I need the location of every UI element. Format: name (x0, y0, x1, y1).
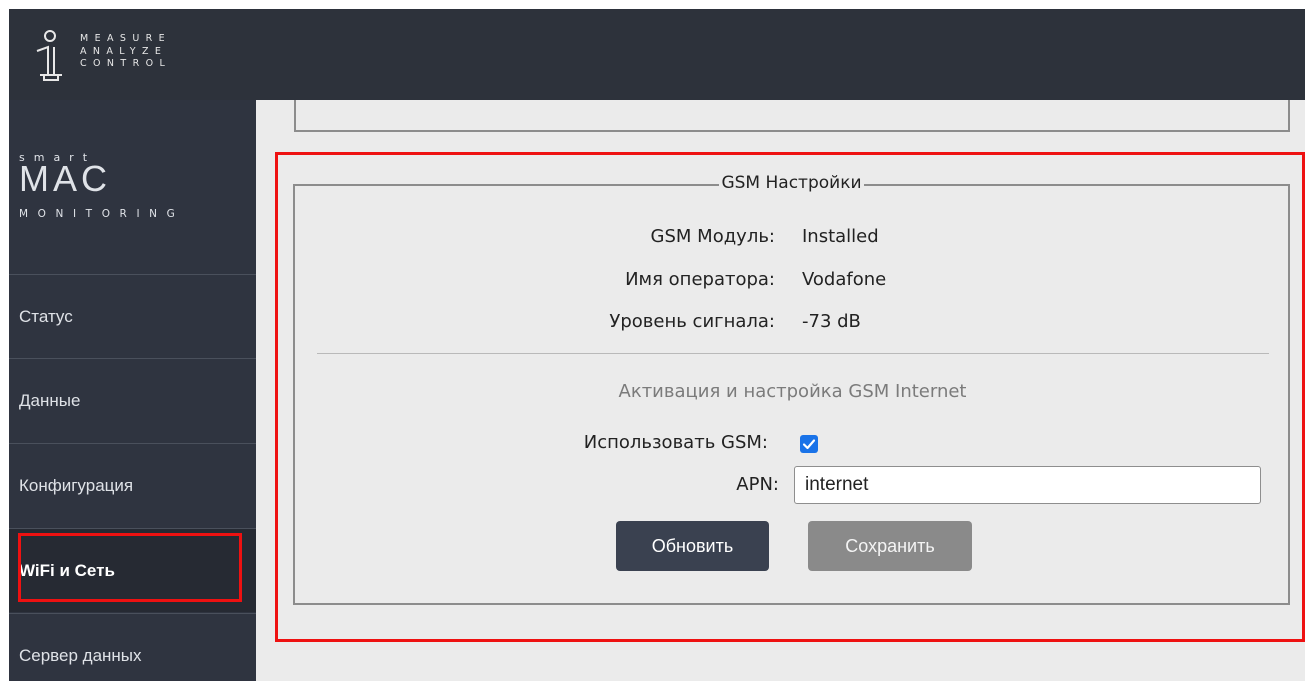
apn-input[interactable] (794, 466, 1261, 504)
logo-line-3: CONTROL (80, 58, 172, 69)
previous-fieldset (294, 100, 1290, 132)
operator-label: Имя оператора: (625, 269, 775, 290)
refresh-button[interactable]: Обновить (616, 521, 769, 571)
divider (317, 353, 1269, 354)
brand-block: smart MAC MONITORING (19, 152, 185, 221)
sidebar-item-status[interactable]: Статус (9, 274, 256, 358)
logo-icon (36, 30, 62, 81)
sidebar-item-label: Данные (19, 390, 81, 410)
save-button[interactable]: Сохранить (808, 521, 972, 571)
gsm-legend: GSM Настройки (295, 173, 1288, 193)
sidebar-highlight-box (18, 533, 242, 602)
gsm-module-label: GSM Модуль: (650, 226, 775, 247)
gsm-legend-text: GSM Настройки (719, 173, 864, 193)
logo-line-1: MEASURE (80, 33, 172, 44)
sidebar-item-data[interactable]: Данные (9, 358, 256, 442)
signal-label: Уровень сигнала: (609, 311, 775, 332)
sidebar-item-data-server[interactable]: Сервер данных (9, 613, 256, 697)
brand-monitoring: MONITORING (19, 208, 185, 220)
gsm-settings-fieldset: GSM Настройки GSM Модуль: Installed Имя … (293, 173, 1290, 605)
logo-line-2: ANALYZE (80, 45, 168, 57)
gsm-internet-section-title: Активация и настройка GSM Internet (618, 381, 967, 402)
sidebar-item-configuration[interactable]: Конфигурация (9, 443, 256, 527)
brand-mac: MAC (19, 158, 111, 199)
signal-value: -73 dB (802, 311, 861, 332)
logo: MEASURE ANALYZE CONTROL (34, 29, 171, 83)
sidebar-item-label: Сервер данных (19, 645, 142, 665)
top-bar: MEASURE ANALYZE CONTROL (9, 9, 1305, 100)
logo-text: MEASURE ANALYZE CONTROL (80, 33, 171, 71)
gsm-module-value: Installed (802, 226, 879, 247)
apn-label: APN: (736, 474, 779, 495)
operator-value: Vodafone (802, 269, 887, 290)
use-gsm-checkbox[interactable] (800, 435, 818, 453)
checkmark-icon (802, 439, 816, 450)
sidebar-item-label: Конфигурация (19, 475, 134, 495)
use-gsm-label: Использовать GSM: (583, 432, 768, 453)
sidebar-item-label: Статус (19, 306, 73, 326)
